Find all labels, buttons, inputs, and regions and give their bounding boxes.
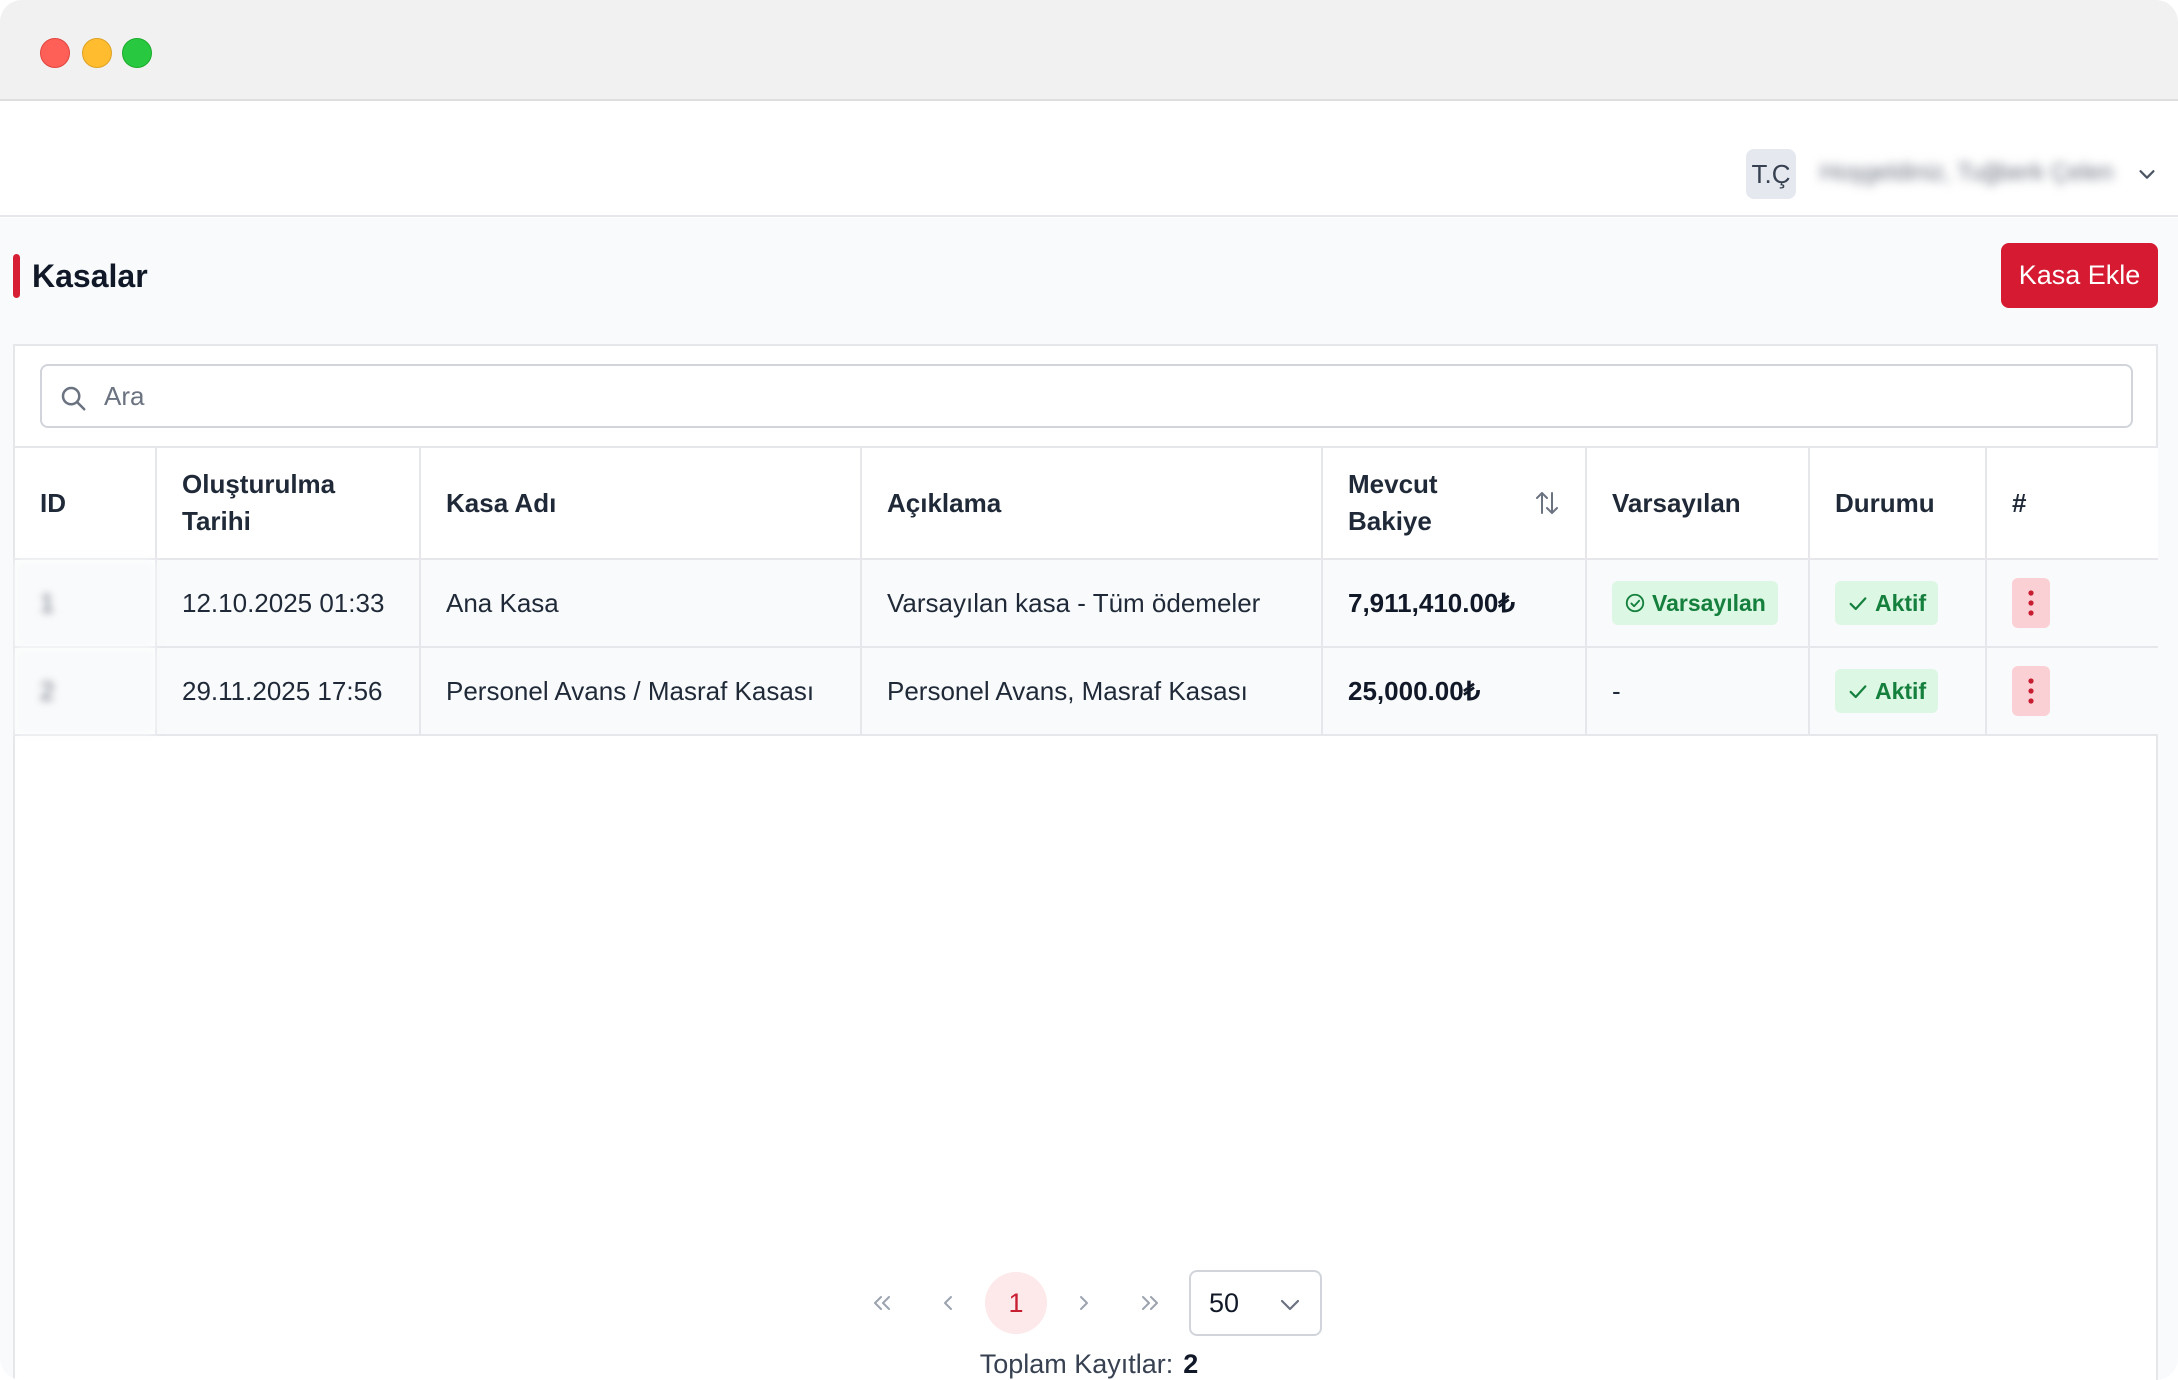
last-page-button[interactable] <box>1128 1270 1172 1336</box>
status-badge-label: Aktif <box>1875 589 1927 616</box>
page-header: Kasalar <box>13 254 148 298</box>
chevron-left-icon <box>944 1296 952 1310</box>
column-header-actions: # <box>1985 446 2158 560</box>
cell-name: Ana Kasa <box>419 558 862 648</box>
column-header-default[interactable]: Varsayılan <box>1585 446 1810 560</box>
cell-id: 2 <box>15 646 157 736</box>
search-icon <box>61 386 86 411</box>
page-title: Kasalar <box>32 257 148 294</box>
status-badge: Aktif <box>1835 669 1939 713</box>
page-button-current[interactable]: 1 <box>985 1272 1047 1334</box>
row-actions-button[interactable] <box>2012 578 2050 628</box>
chevron-right-icon <box>1080 1296 1088 1310</box>
cell-status: Aktif <box>1808 646 1987 736</box>
previous-page-button[interactable] <box>928 1270 968 1336</box>
cell-description: Varsayılan kasa - Tüm ödemeler <box>860 558 1323 648</box>
chevron-down-icon <box>1280 1299 1300 1311</box>
maximize-window-button[interactable] <box>122 38 152 68</box>
cell-actions <box>1985 558 2158 648</box>
top-navbar: T.Ç Hoşgeldiniz, Tuğberk Çelen <box>0 101 2178 217</box>
add-cashbox-button[interactable]: Kasa Ekle <box>2001 243 2158 308</box>
column-header-balance[interactable]: Mevcut Bakiye <box>1321 446 1587 560</box>
cell-description: Personel Avans, Masraf Kasası <box>860 646 1323 736</box>
main-content: Kasalar Kasa Ekle Ara ID Oluşturulma Tar… <box>0 218 2178 1380</box>
chevrons-left-icon <box>874 1296 890 1310</box>
search-box[interactable] <box>40 364 2133 428</box>
cell-balance: 25,000.00₺ <box>1321 646 1587 736</box>
total-records: Toplam Kayıtlar: 2 <box>0 1349 2178 1380</box>
cell-default: Varsayılan <box>1585 558 1810 648</box>
cell-status: Aktif <box>1808 558 1987 648</box>
cell-id: 1 <box>15 558 157 648</box>
cell-balance: 7,911,410.00₺ <box>1321 558 1587 648</box>
column-header-balance-label: Mevcut Bakiye <box>1348 469 1438 536</box>
cell-created: 12.10.2025 01:33 <box>155 558 421 648</box>
minimize-window-button[interactable] <box>82 38 112 68</box>
cashbox-table: ID Oluşturulma Tarihi Kasa Adı Açıklama … <box>15 446 2158 736</box>
more-vertical-icon <box>2028 678 2034 704</box>
total-records-value: 2 <box>1183 1349 1199 1379</box>
avatar[interactable]: T.Ç <box>1746 149 1796 199</box>
default-badge: Varsayılan <box>1612 581 1778 625</box>
pagination: 1 50 <box>0 1270 2178 1336</box>
cell-created: 29.11.2025 17:56 <box>155 646 421 736</box>
sort-icon[interactable] <box>1534 488 1560 518</box>
column-header-id[interactable]: ID <box>15 446 157 560</box>
row-actions-button[interactable] <box>2012 666 2050 716</box>
check-icon <box>1849 597 1867 611</box>
check-circle-icon <box>1625 593 1645 613</box>
app-window: T.Ç Hoşgeldiniz, Tuğberk Çelen Kasalar K… <box>0 0 2178 1380</box>
check-icon <box>1849 685 1867 699</box>
table-header-row: ID Oluşturulma Tarihi Kasa Adı Açıklama … <box>15 446 2158 560</box>
table-row[interactable]: 2 29.11.2025 17:56 Personel Avans / Masr… <box>15 646 2158 736</box>
search-input[interactable] <box>104 366 2104 426</box>
page-size-value: 50 <box>1209 1287 1240 1318</box>
close-window-button[interactable] <box>40 38 70 68</box>
status-badge: Aktif <box>1835 581 1939 625</box>
cell-default: - <box>1585 646 1810 736</box>
total-records-label: Toplam Kayıtlar: <box>979 1349 1174 1379</box>
status-badge-label: Aktif <box>1875 677 1927 704</box>
cashbox-card: ID Oluşturulma Tarihi Kasa Adı Açıklama … <box>13 344 2158 1380</box>
more-vertical-icon <box>2028 590 2034 616</box>
page-size-select[interactable]: 50 <box>1189 1270 1322 1336</box>
chevrons-right-icon <box>1142 1296 1158 1310</box>
column-header-created[interactable]: Oluşturulma Tarihi <box>155 446 421 560</box>
cell-name: Personel Avans / Masraf Kasası <box>419 646 862 736</box>
welcome-text[interactable]: Hoşgeldiniz, Tuğberk Çelen <box>1820 159 2114 187</box>
chevron-down-icon[interactable] <box>2136 163 2158 185</box>
first-page-button[interactable] <box>860 1270 904 1336</box>
column-header-description[interactable]: Açıklama <box>860 446 1323 560</box>
default-badge-label: Varsayılan <box>1652 589 1766 616</box>
cell-actions <box>1985 646 2158 736</box>
column-header-name[interactable]: Kasa Adı <box>419 446 862 560</box>
table-row[interactable]: 1 12.10.2025 01:33 Ana Kasa Varsayılan k… <box>15 558 2158 648</box>
window-titlebar <box>0 0 2178 101</box>
column-header-status[interactable]: Durumu <box>1808 446 1987 560</box>
next-page-button[interactable] <box>1064 1270 1104 1336</box>
title-accent-bar <box>13 254 20 298</box>
